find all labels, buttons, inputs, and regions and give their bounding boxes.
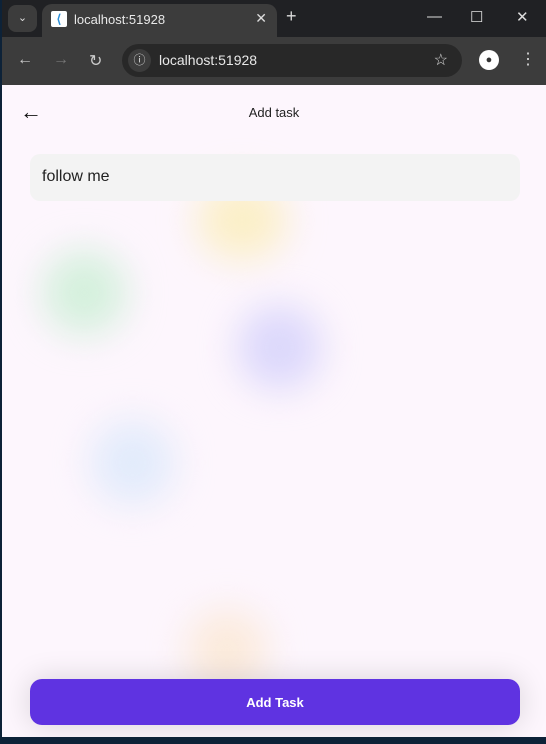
address-bar[interactable]: ⓘ localhost:51928 ☆	[122, 44, 462, 77]
tab-title: localhost:51928	[74, 12, 166, 27]
close-tab-icon[interactable]: ✕	[255, 10, 267, 27]
decorative-blob	[187, 610, 267, 690]
browser-tab[interactable]: ⟨ localhost:51928 ✕	[42, 4, 277, 37]
app-page: ← Add task follow me Add Task	[2, 85, 546, 737]
close-window-icon[interactable]: ✕	[516, 8, 529, 26]
decorative-blob	[42, 250, 127, 335]
reload-icon[interactable]: ↻	[89, 51, 102, 71]
maximize-icon[interactable]: ☐	[470, 8, 483, 26]
site-info-icon[interactable]: ⓘ	[128, 49, 151, 72]
browser-window: ⌄ ⟨ localhost:51928 ✕ + — ☐ ✕ ← → ↻ ⓘ lo…	[2, 0, 546, 737]
bookmark-star-icon[interactable]: ☆	[434, 50, 448, 70]
back-nav-icon[interactable]: ←	[17, 51, 33, 69]
browser-toolbar: ← → ↻ ⓘ localhost:51928 ☆ ● ⋮	[2, 37, 546, 85]
tab-bar: ⌄ ⟨ localhost:51928 ✕ + — ☐ ✕	[2, 0, 546, 37]
url-text[interactable]: localhost:51928	[159, 52, 257, 68]
flutter-favicon-icon: ⟨	[51, 11, 67, 27]
app-bar: ← Add task	[2, 85, 546, 141]
decorative-blob	[90, 420, 175, 505]
minimize-icon[interactable]: —	[427, 8, 442, 25]
decorative-blob	[237, 305, 322, 390]
task-input[interactable]: follow me	[30, 154, 520, 201]
more-menu-icon[interactable]: ⋮	[520, 49, 536, 69]
tab-search-button[interactable]: ⌄	[8, 5, 37, 32]
page-title: Add task	[248, 105, 300, 120]
profile-icon[interactable]: ●	[479, 50, 499, 70]
forward-nav-icon[interactable]: →	[53, 51, 69, 69]
add-task-button[interactable]: Add Task	[30, 679, 520, 725]
new-tab-icon[interactable]: +	[286, 6, 297, 27]
